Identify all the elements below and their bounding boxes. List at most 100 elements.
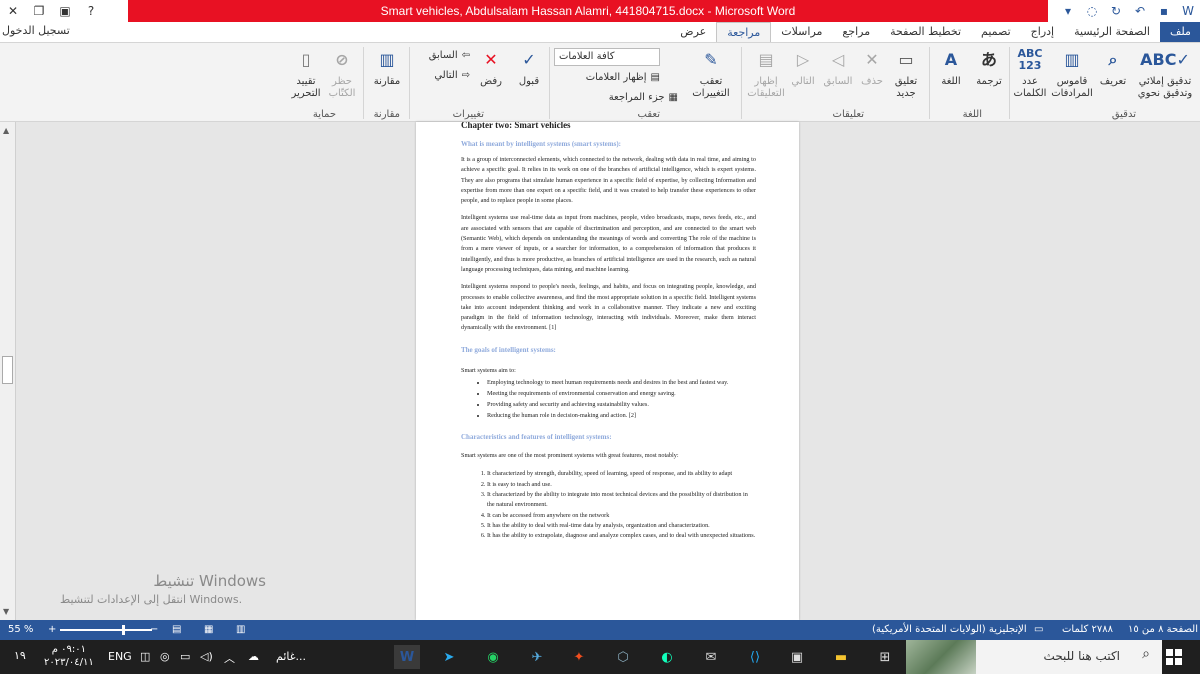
tab-2[interactable]: إدراج — [1021, 22, 1064, 42]
list-item: It characterized by the ability to integ… — [487, 490, 756, 511]
read-mode-icon[interactable]: ▥ — [236, 624, 245, 635]
markup-view-select[interactable]: كافة العلامات — [554, 48, 660, 66]
zoom-level[interactable]: 55 % — [8, 624, 33, 635]
group-separator — [409, 47, 410, 119]
show-markup-button[interactable]: إظهار العلامات ▤ — [586, 72, 660, 83]
telegram-taskbar-icon[interactable]: ➤ — [436, 645, 462, 669]
reviewing-pane-icon: ▦ — [668, 92, 678, 103]
close-button[interactable]: ✕ — [0, 0, 26, 22]
block-authors-button[interactable]: ⊘ حظر الكتّاب — [326, 47, 358, 100]
track-changes-button[interactable]: ✎ تعقب التغييرات — [688, 47, 734, 100]
tab-3[interactable]: تصميم — [971, 22, 1021, 42]
package-taskbar-icon[interactable]: ⬡ — [610, 645, 636, 669]
input-language[interactable]: ENG — [108, 650, 132, 663]
page-number-status[interactable]: الصفحة ٨ من ١٥ — [1128, 624, 1198, 635]
word-count-status[interactable]: ٢٧٨٨ كلمات — [1062, 624, 1113, 635]
mic-icon[interactable]: ◫ — [140, 650, 150, 663]
group-label-compare: مقارنة — [373, 109, 400, 120]
edge-taskbar-icon[interactable]: ◐ — [654, 645, 680, 669]
ribbon-display-options-icon[interactable]: ▣ — [52, 0, 78, 22]
define-button[interactable]: ⌕ تعريف — [1096, 47, 1130, 88]
thesaurus-button[interactable]: ▥ قاموس المرادفات — [1050, 47, 1094, 100]
show-comments-button[interactable]: ▤ إظهار التعليقات — [746, 47, 786, 100]
group-separator — [929, 47, 930, 119]
print-layout-icon[interactable]: ▦ — [204, 624, 213, 635]
tab-1[interactable]: الصفحة الرئيسية — [1064, 22, 1160, 42]
clock[interactable]: ٠٩:٠١ م ٢٠٢٣/٠٤/١١ — [44, 643, 94, 669]
customize-qat-icon[interactable]: ▾ — [1056, 0, 1080, 22]
tab-8[interactable]: عرض — [670, 22, 716, 42]
scroll-up-icon[interactable]: ▲ — [3, 126, 9, 135]
zoom-out-icon[interactable]: − — [150, 624, 158, 635]
paragraph: It is a group of interconnected elements… — [461, 156, 756, 205]
mail-taskbar-icon[interactable]: ✉ — [698, 645, 724, 669]
language-status[interactable]: الإنجليزية (الولايات المتحدة الأمريكية) — [872, 624, 1027, 635]
accept-check-icon: ✓ — [522, 50, 536, 69]
save-icon[interactable]: ▪ — [1152, 0, 1176, 22]
scroll-thumb[interactable] — [2, 356, 13, 384]
section-heading: What is meant by intelligent systems (sm… — [461, 140, 622, 148]
restrict-editing-button[interactable]: ▯ تقييد التحرير — [288, 47, 324, 100]
autosave-icon[interactable]: ◌ — [1080, 0, 1104, 22]
tab-4[interactable]: تخطيط الصفحة — [880, 22, 971, 42]
sign-in-link[interactable]: تسجيل الدخول — [2, 24, 70, 37]
list-item: It has the ability to deal with real-tim… — [487, 521, 756, 531]
volume-icon[interactable]: ◁) — [200, 650, 213, 663]
telegram-app-icon[interactable]: ✈ — [524, 645, 550, 669]
zoom-slider[interactable] — [60, 625, 152, 635]
vscode-taskbar-icon[interactable]: ⟨⟩ — [742, 645, 768, 669]
zoom-in-icon[interactable]: + — [48, 624, 56, 635]
show-comments-icon: ▤ — [758, 50, 774, 69]
web-layout-icon[interactable]: ▤ — [172, 624, 181, 635]
reviewing-pane-button[interactable]: جزء المراجعة ▦ — [609, 92, 678, 103]
file-explorer-taskbar-icon[interactable]: ▬ — [828, 645, 854, 669]
tab-5[interactable]: مراجع — [832, 22, 880, 42]
word-count-button[interactable]: ABC 123 عدد الكلمات — [1012, 47, 1048, 100]
spelling-button[interactable]: ABC✓ تدقيق إملائي وتدقيق نحوي — [1134, 47, 1196, 100]
weather-cloud-icon[interactable]: ☁ — [248, 650, 259, 663]
translate-button[interactable]: あ ترجمة — [972, 47, 1006, 88]
tab-7[interactable]: مراجعة — [716, 22, 772, 42]
zoom-slider-knob[interactable] — [122, 625, 125, 635]
next-change-button[interactable]: التالي ⇨ — [434, 70, 470, 81]
proofing-status-icon[interactable]: ▭ — [1034, 624, 1043, 635]
delete-comment-icon: ✕ — [865, 50, 879, 69]
notification-icon[interactable]: ١٩ — [14, 649, 26, 662]
figma-taskbar-icon[interactable]: ✦ — [566, 645, 592, 669]
tab-0[interactable]: ملف — [1160, 22, 1200, 42]
accept-button[interactable]: ✓ قبول — [512, 47, 546, 88]
taskbar-search-box[interactable]: اكتب هنا للبحث ⌕ — [976, 640, 1162, 674]
windows-start-icon[interactable] — [1166, 649, 1182, 665]
help-button[interactable]: ? — [78, 0, 104, 22]
widget-thumbnail[interactable] — [906, 640, 976, 674]
word-taskbar-icon[interactable]: W — [394, 645, 420, 669]
group-separator — [741, 47, 742, 119]
whatsapp-taskbar-icon[interactable]: ◉ — [480, 645, 506, 669]
document-page[interactable]: Chapter two: Smart vehicles What is mean… — [416, 122, 799, 620]
tab-6[interactable]: مراسلات — [771, 22, 832, 42]
battery-icon[interactable]: ▭ — [180, 650, 190, 663]
scroll-down-icon[interactable]: ▼ — [3, 607, 9, 616]
show-hidden-icons[interactable]: ︿ — [224, 650, 235, 666]
previous-comment-button[interactable]: ◁ السابق — [820, 47, 856, 88]
language-button[interactable]: A اللغة — [934, 47, 968, 88]
compare-button[interactable]: ▥ مقارنة — [370, 47, 404, 88]
delete-comment-button[interactable]: ✕ حذف — [858, 47, 886, 88]
previous-change-button[interactable]: السابق ⇦ — [429, 50, 470, 61]
next-comment-button[interactable]: ▷ التالي — [788, 47, 818, 88]
clock-time: ٠٩:٠١ م — [51, 644, 86, 655]
weather-text[interactable]: غائم... — [276, 650, 306, 663]
undo-icon[interactable]: ↶ — [1128, 0, 1152, 22]
list-item: Providing safety and security and achiev… — [487, 399, 756, 410]
store-taskbar-icon[interactable]: ▣ — [784, 645, 810, 669]
list-item: Employing technology to meet human requi… — [487, 377, 756, 388]
group-label-language: اللغة — [962, 109, 982, 120]
new-comment-button[interactable]: ▭ تعليق جديد — [888, 47, 924, 100]
network-icon[interactable]: ◎ — [160, 650, 170, 663]
vertical-scrollbar[interactable]: ▲ ▼ — [0, 122, 16, 620]
translate-icon: あ — [980, 50, 997, 69]
redo-icon[interactable]: ↻ — [1104, 0, 1128, 22]
reject-button[interactable]: ✕ رفض — [474, 47, 508, 88]
restore-button[interactable]: ❐ — [26, 0, 52, 22]
task-view-icon[interactable]: ⊞ — [872, 645, 898, 669]
